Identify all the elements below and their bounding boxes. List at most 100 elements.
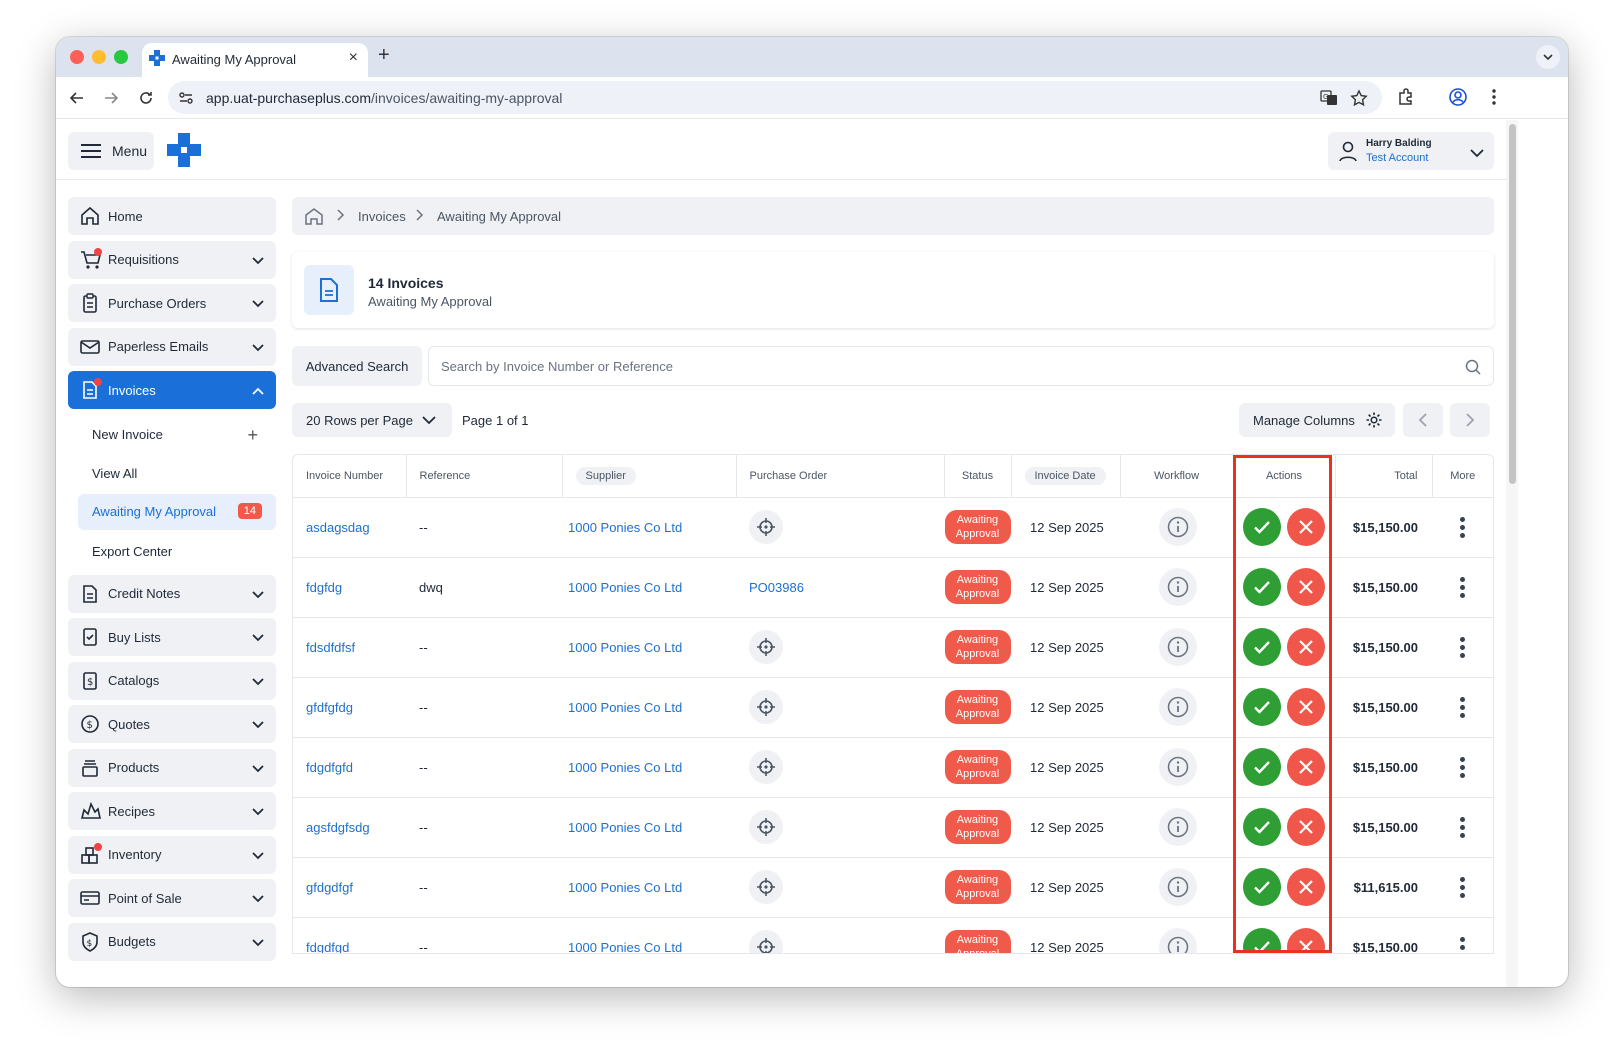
address-bar[interactable]: app.uat-purchaseplus.com/invoices/awaiti… (168, 81, 1382, 114)
search-input[interactable]: Search by Invoice Number or Reference (428, 346, 1494, 386)
next-page-button[interactable] (1450, 403, 1490, 437)
workflow-info-button[interactable] (1159, 868, 1197, 906)
sidebar-item-inventory[interactable]: Inventory (68, 835, 276, 874)
link-purchase-order-button[interactable] (749, 930, 783, 953)
maximize-window-button[interactable] (114, 50, 128, 64)
sortable-pill[interactable]: Supplier (575, 466, 636, 485)
sidebar-item-products[interactable]: Products (68, 748, 276, 787)
reject-button[interactable] (1287, 808, 1325, 846)
more-options-icon[interactable] (1432, 636, 1493, 658)
forward-button[interactable] (100, 87, 122, 109)
workflow-info-button[interactable] (1159, 568, 1197, 606)
supplier-link[interactable]: 1000 Ponies Co Ltd (562, 797, 736, 858)
link-purchase-order-button[interactable] (749, 870, 783, 904)
breadcrumb-invoices[interactable]: Invoices (358, 209, 406, 224)
link-purchase-order-button[interactable] (749, 750, 783, 784)
invoice-number-link[interactable]: gfdgdfgf (293, 857, 406, 918)
invoice-number-link[interactable]: fdgfdg (293, 557, 406, 618)
supplier-link[interactable]: 1000 Ponies Co Ltd (562, 857, 736, 918)
purchase-order-link[interactable]: PO03986 (749, 580, 804, 595)
approve-button[interactable] (1243, 808, 1281, 846)
invoice-number-link[interactable]: fdgdfgfd (293, 737, 406, 798)
sidebar-sub-view-all[interactable]: View All (68, 454, 276, 493)
purchaseplus-logo[interactable] (166, 132, 202, 173)
workflow-info-button[interactable] (1159, 688, 1197, 726)
user-menu[interactable]: Harry Balding Test Account (1328, 132, 1494, 170)
sidebar-item-purchase-orders[interactable]: Purchase Orders (68, 284, 276, 322)
reload-button[interactable] (135, 87, 157, 109)
approve-button[interactable] (1243, 928, 1281, 953)
sidebar-item-home[interactable]: Home (68, 197, 276, 235)
sidebar-item-paperless-emails[interactable]: Paperless Emails (68, 327, 276, 366)
approve-button[interactable] (1243, 508, 1281, 546)
more-options-icon[interactable] (1432, 516, 1493, 538)
sidebar-item-catalogs[interactable]: $ Catalogs (68, 661, 276, 700)
sidebar-item-point-of-sale[interactable]: Point of Sale (68, 879, 276, 917)
link-purchase-order-button[interactable] (749, 510, 783, 544)
more-options-icon[interactable] (1432, 756, 1493, 778)
search-icon[interactable] (1465, 359, 1481, 378)
browser-menu-icon[interactable] (1484, 87, 1504, 112)
sidebar-item-requisitions[interactable]: Requisitions (68, 240, 276, 279)
sidebar-item-credit-notes[interactable]: Credit Notes (68, 574, 276, 613)
link-purchase-order-button[interactable] (749, 690, 783, 724)
back-button[interactable] (66, 87, 88, 109)
workflow-info-button[interactable] (1159, 748, 1197, 786)
reject-button[interactable] (1287, 748, 1325, 786)
invoice-number-link[interactable]: fdgdfgd (293, 917, 406, 953)
supplier-link[interactable]: 1000 Ponies Co Ltd (562, 917, 736, 953)
invoice-number-link[interactable]: agsfdgfsdg (293, 797, 406, 858)
rows-per-page-select[interactable]: 20 Rows per Page (292, 403, 452, 437)
sidebar-item-invoices[interactable]: Invoices (68, 371, 276, 409)
more-options-icon[interactable] (1432, 876, 1493, 898)
link-purchase-order-button[interactable] (749, 630, 783, 664)
supplier-link[interactable]: 1000 Ponies Co Ltd (562, 557, 736, 618)
manage-columns-button[interactable]: Manage Columns (1239, 403, 1395, 437)
extensions-icon[interactable] (1396, 87, 1416, 112)
approve-button[interactable] (1243, 568, 1281, 606)
sidebar-item-budgets[interactable]: $ Budgets (68, 922, 276, 961)
advanced-search-button[interactable]: Advanced Search (292, 346, 422, 386)
reject-button[interactable] (1287, 628, 1325, 666)
page-scrollbar[interactable] (1506, 120, 1518, 987)
more-options-icon[interactable] (1432, 816, 1493, 838)
site-settings-icon[interactable] (178, 90, 194, 111)
reject-button[interactable] (1287, 868, 1325, 906)
approve-button[interactable] (1243, 688, 1281, 726)
translate-icon[interactable]: G (1320, 89, 1338, 112)
new-tab-button[interactable]: + (378, 44, 390, 67)
sidebar-item-recipes[interactable]: Recipes (68, 792, 276, 830)
close-window-button[interactable] (70, 50, 84, 64)
more-options-icon[interactable] (1432, 576, 1493, 598)
workflow-info-button[interactable] (1159, 628, 1197, 666)
invoice-number-link[interactable]: gfdfgfdg (293, 677, 406, 738)
reject-button[interactable] (1287, 508, 1325, 546)
browser-tab[interactable]: Awaiting My Approval × (142, 43, 368, 77)
home-icon[interactable] (304, 207, 324, 228)
supplier-link[interactable]: 1000 Ponies Co Ltd (562, 737, 736, 798)
bookmark-star-icon[interactable] (1350, 89, 1368, 112)
sidebar-item-buy-lists[interactable]: Buy Lists (68, 618, 276, 656)
reject-button[interactable] (1287, 688, 1325, 726)
invoice-number-link[interactable]: asdagsdag (293, 497, 406, 558)
supplier-link[interactable]: 1000 Ponies Co Ltd (562, 497, 736, 558)
plus-icon[interactable]: + (247, 425, 258, 446)
col-supplier[interactable]: Supplier (562, 455, 737, 498)
minimize-window-button[interactable] (92, 50, 106, 64)
sidebar-sub-new-invoice[interactable]: New Invoice + (68, 415, 276, 454)
sortable-pill[interactable]: Invoice Date (1024, 466, 1106, 485)
reject-button[interactable] (1287, 568, 1325, 606)
tab-close-icon[interactable]: × (349, 49, 358, 67)
sidebar-item-quotes[interactable]: $ Quotes (68, 705, 276, 743)
workflow-info-button[interactable] (1159, 808, 1197, 846)
supplier-link[interactable]: 1000 Ponies Co Ltd (562, 617, 736, 678)
approve-button[interactable] (1243, 628, 1281, 666)
link-purchase-order-button[interactable] (749, 810, 783, 844)
more-options-icon[interactable] (1432, 696, 1493, 718)
reject-button[interactable] (1287, 928, 1325, 953)
approve-button[interactable] (1243, 748, 1281, 786)
menu-button[interactable]: Menu (68, 132, 154, 170)
invoice-number-link[interactable]: fdsdfdfsf (293, 617, 406, 678)
supplier-link[interactable]: 1000 Ponies Co Ltd (562, 677, 736, 738)
workflow-info-button[interactable] (1159, 928, 1197, 953)
